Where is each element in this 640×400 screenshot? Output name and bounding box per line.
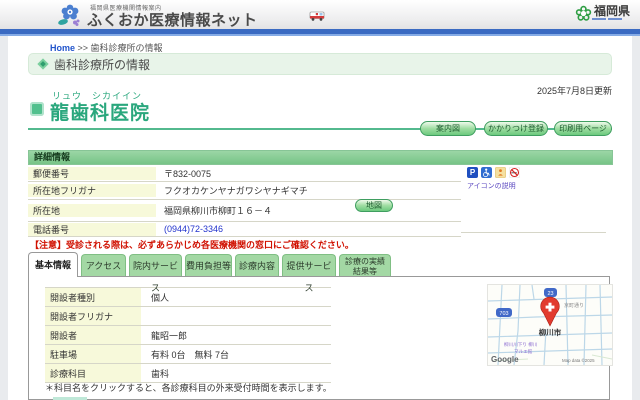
google-logo: Google xyxy=(491,355,519,364)
location-map[interactable]: 703 23 京町通り 柳川市 柳川川下り 柳川 マルエ館 Google Map… xyxy=(487,284,613,366)
row-label: 診療科目 xyxy=(45,364,141,382)
table-row: 郵便番号 〒832-0075 xyxy=(28,165,461,182)
register-doctor-button[interactable]: かかりつけ登録 xyxy=(484,121,548,136)
founder-furigana-value xyxy=(141,307,331,325)
section-title-bar: 歯科診療所の情報 xyxy=(28,53,612,75)
print-page-button[interactable]: 印刷用ページ xyxy=(554,121,612,136)
basic-info-panel: 開設者種別 個人 開設者フリガナ 開設者 龍昭一郎 駐車場 有料 0台 無料 7… xyxy=(28,276,613,400)
route-badge-703: 703 xyxy=(499,311,508,317)
basic-info-table: 開設者種別 個人 開設者フリガナ 開設者 龍昭一郎 駐車場 有料 0台 無料 7… xyxy=(45,287,331,383)
pref-flower-icon xyxy=(575,5,592,21)
map-poi-label: 柳川川下り 柳川 xyxy=(504,341,538,348)
clinic-name: 龍歯科医院 xyxy=(50,103,151,124)
tab-treatment[interactable]: 診療内容 xyxy=(235,254,279,276)
page: 福岡県医療機関情報案内 ふくおか医療情報ネット 福岡県 Home >> 歯科診療… xyxy=(0,0,640,400)
row-label: 所在地フリガナ xyxy=(28,184,156,197)
icon-explanation-link[interactable]: アイコンの説明 xyxy=(467,181,516,191)
table-row: 電話番号 (0944)72-3346 xyxy=(28,222,461,237)
phone-number-link[interactable]: (0944)72-3346 xyxy=(156,224,461,234)
notice-text: 【注意】受診される際は、必ずあらかじめ各医療機関の窓口にご確認ください。 xyxy=(30,240,354,250)
wheelchair-icon xyxy=(481,167,492,178)
section-diamond-icon xyxy=(37,58,49,70)
parking-icon: P xyxy=(467,167,478,178)
detail-table: 郵便番号 〒832-0075 所在地フリガナ フクオカケンヤナガワシヤナギマチ … xyxy=(28,165,461,237)
tab-results-line2: 結果等 xyxy=(353,267,377,276)
table-row: 所在地フリガナ フクオカケンヤナガワシヤナギマチ xyxy=(28,182,461,200)
site-header: 福岡県医療機関情報案内 ふくおか医療情報ネット 福岡県 xyxy=(0,0,640,29)
breadcrumb-separator: >> xyxy=(75,43,91,53)
service-icons-cell: P アイコンの説明 xyxy=(461,165,606,233)
breadcrumb-current: 歯科診療所の情報 xyxy=(90,43,163,53)
postal-code-value: 〒832-0075 xyxy=(164,168,212,179)
row-label: 電話番号 xyxy=(28,222,156,236)
tab-basic-info[interactable]: 基本情報 xyxy=(28,252,78,277)
site-title: ふくおか医療情報ネット xyxy=(87,12,258,29)
pref-logo[interactable]: 福岡県 xyxy=(575,5,630,22)
founder-type-value: 個人 xyxy=(151,292,170,303)
row-label: 駐車場 xyxy=(45,345,141,363)
ambulance-icon xyxy=(309,11,325,21)
main-content: Home >> 歯科診療所の情報 歯科診療所の情報 2025年7月8日更新 リュ… xyxy=(8,36,632,400)
tab-access[interactable]: アクセス xyxy=(81,254,126,276)
tab-hospital-services[interactable]: 院内サービス xyxy=(129,254,182,293)
clinic-square-icon xyxy=(30,102,44,116)
address-value: 福岡県柳川市柳町１６－４ xyxy=(164,206,273,216)
site-logo-icon xyxy=(58,4,80,26)
department-note: ＊科目名をクリックすると、各診療科目の外来受付時間を表示します。 xyxy=(45,383,332,393)
map-button[interactable]: 地図 xyxy=(355,199,393,212)
table-row: 開設者フリガナ xyxy=(45,307,331,326)
pref-logo-tagline xyxy=(591,18,630,21)
table-row: 開設者 龍昭一郎 xyxy=(45,326,331,345)
pref-name: 福岡県 xyxy=(593,4,630,18)
tab-costs[interactable]: 費用負担等 xyxy=(185,254,232,276)
map-city-label: 柳川市 xyxy=(539,327,562,337)
table-row: 駐車場 有料 0台 無料 7台 xyxy=(45,345,331,364)
row-label: 開設者 xyxy=(45,326,141,344)
breadcrumb-home-link[interactable]: Home xyxy=(50,43,75,53)
tab-results-line1: 診療の実績 xyxy=(345,257,385,266)
map-pin-icon xyxy=(540,296,560,327)
updated-date: 2025年7月8日更新 xyxy=(536,86,612,96)
map-street-label: 京町通り xyxy=(564,302,584,309)
detail-table-header: 詳細情報 xyxy=(28,150,613,165)
guide-map-button[interactable]: 案内図 xyxy=(420,121,476,136)
parking-value: 有料 0台 無料 7台 xyxy=(151,349,230,360)
address-furigana-value: フクオカケンヤナガワシヤナギマチ xyxy=(164,186,308,196)
section-title: 歯科診療所の情報 xyxy=(54,57,151,72)
founder-name-value: 龍昭一郎 xyxy=(151,330,188,341)
department-link[interactable]: 歯科 xyxy=(141,364,331,382)
no-smoking-icon xyxy=(509,167,520,178)
row-label: 所在地 xyxy=(28,204,156,217)
row-label: 郵便番号 xyxy=(28,166,156,180)
row-label: 開設者フリガナ xyxy=(45,307,141,325)
route-badge-23: 23 xyxy=(547,291,553,297)
table-row: 所在地 福岡県柳川市柳町１６－４ xyxy=(28,200,461,222)
table-row: 開設者種別 個人 xyxy=(45,288,331,307)
map-attribution: Map data ©2025 xyxy=(562,358,595,363)
tab-results[interactable]: 診療の実績 結果等 xyxy=(339,254,391,276)
map-poi-label: マルエ館 xyxy=(514,348,533,355)
baby-care-icon xyxy=(495,167,506,178)
header-divider-bar xyxy=(0,29,640,36)
tab-provided-services[interactable]: 提供サービス xyxy=(282,254,336,293)
cutoff-section-heading xyxy=(41,396,101,400)
row-label: 開設者種別 xyxy=(45,288,141,306)
